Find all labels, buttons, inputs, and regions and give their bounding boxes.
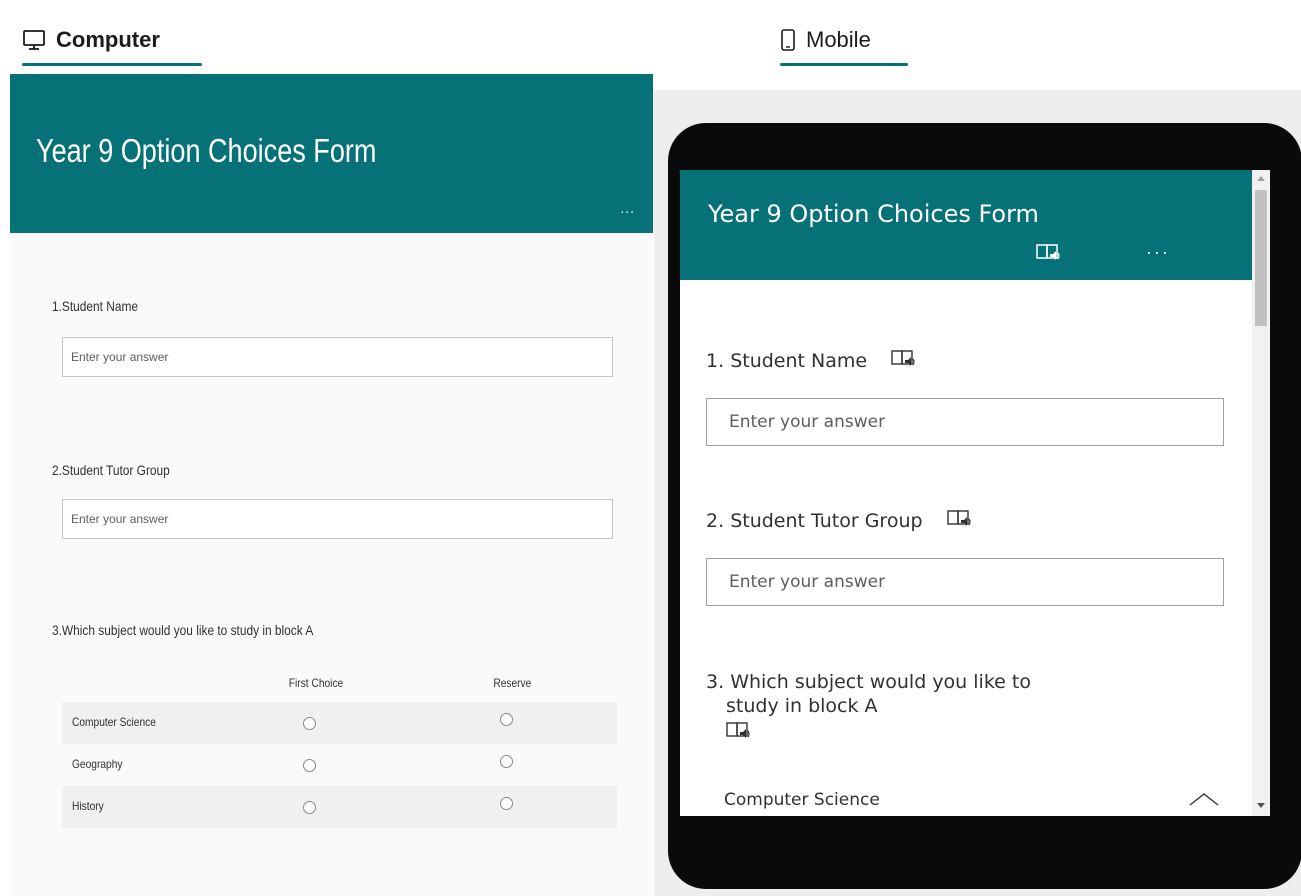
mobile-question-2-label: 2. Student Tutor Group [706,510,973,533]
radio-history-reserve[interactable] [500,797,513,810]
row-label: Computer Science [72,715,156,729]
mobile-tutor-group-input[interactable] [706,558,1224,606]
radio-computer-science-first-choice[interactable] [303,717,316,730]
tab-mobile-underline [780,63,908,66]
tab-mobile-label: Mobile [806,27,871,52]
scroll-down-arrow-icon[interactable] [1257,803,1265,808]
form-title: Year 9 Option Choices Form [36,132,377,169]
mobile-scrollbar[interactable] [1252,170,1270,816]
mobile-row-computer-science[interactable]: Computer Science [724,790,880,810]
choice-grid: First Choice Reserve Computer Science Ge… [62,668,617,828]
radio-geography-first-choice[interactable] [303,759,316,772]
phone-screen: Year 9 Option Choices Form ··· 1. Studen… [680,170,1270,816]
immersive-reader-icon[interactable] [946,510,973,533]
active-tab-indicator [22,63,202,66]
mobile-more-options-button[interactable]: ··· [1146,242,1170,263]
computer-preview: Year 9 Option Choices Form ... 1.Student… [10,74,653,896]
radio-history-first-choice[interactable] [303,801,316,814]
mobile-preview: Year 9 Option Choices Form ··· 1. Studen… [654,90,1301,896]
immersive-reader-icon[interactable] [891,350,917,373]
mobile-question-3-label: 3. Which subject would you like to study… [706,670,1166,746]
radio-computer-science-reserve[interactable] [500,713,513,726]
scrollbar-thumb[interactable] [1255,190,1267,326]
column-reserve: Reserve [493,676,532,690]
grid-row-history: History [62,786,617,828]
question-1-label: 1.Student Name [52,298,139,314]
mobile-student-name-input[interactable] [706,398,1224,446]
radio-geography-reserve[interactable] [500,755,513,768]
immersive-reader-icon[interactable] [726,722,1166,746]
immersive-reader-icon[interactable] [1036,244,1062,267]
tab-computer[interactable]: Computer [22,14,202,66]
grid-row-geography: Geography [62,744,617,786]
form-header: Year 9 Option Choices Form ... [10,74,653,233]
phone-icon [780,28,796,52]
tab-computer-label: Computer [56,27,160,52]
row-label: Geography [72,757,123,771]
scroll-up-arrow-icon[interactable] [1257,176,1265,181]
phone-frame: Year 9 Option Choices Form ··· 1. Studen… [668,123,1301,889]
tab-mobile[interactable]: Mobile [780,14,908,66]
row-label: History [72,799,104,813]
tutor-group-input[interactable] [62,499,613,539]
mobile-form-title: Year 9 Option Choices Form [708,200,1039,228]
mobile-form-header: Year 9 Option Choices Form ··· [680,170,1252,280]
question-2-label: 2.Student Tutor Group [52,462,170,478]
monitor-icon [22,29,46,51]
mobile-question-1-label: 1. Student Name [706,350,917,373]
question-3-label: 3.Which subject would you like to study … [52,622,314,638]
chevron-up-icon[interactable] [1188,792,1220,811]
grid-row-computer-science: Computer Science [62,702,617,744]
column-first-choice: First Choice [288,676,344,690]
grid-header: First Choice Reserve [62,668,617,702]
more-options-button[interactable]: ... [620,200,635,216]
student-name-input[interactable] [62,337,613,377]
